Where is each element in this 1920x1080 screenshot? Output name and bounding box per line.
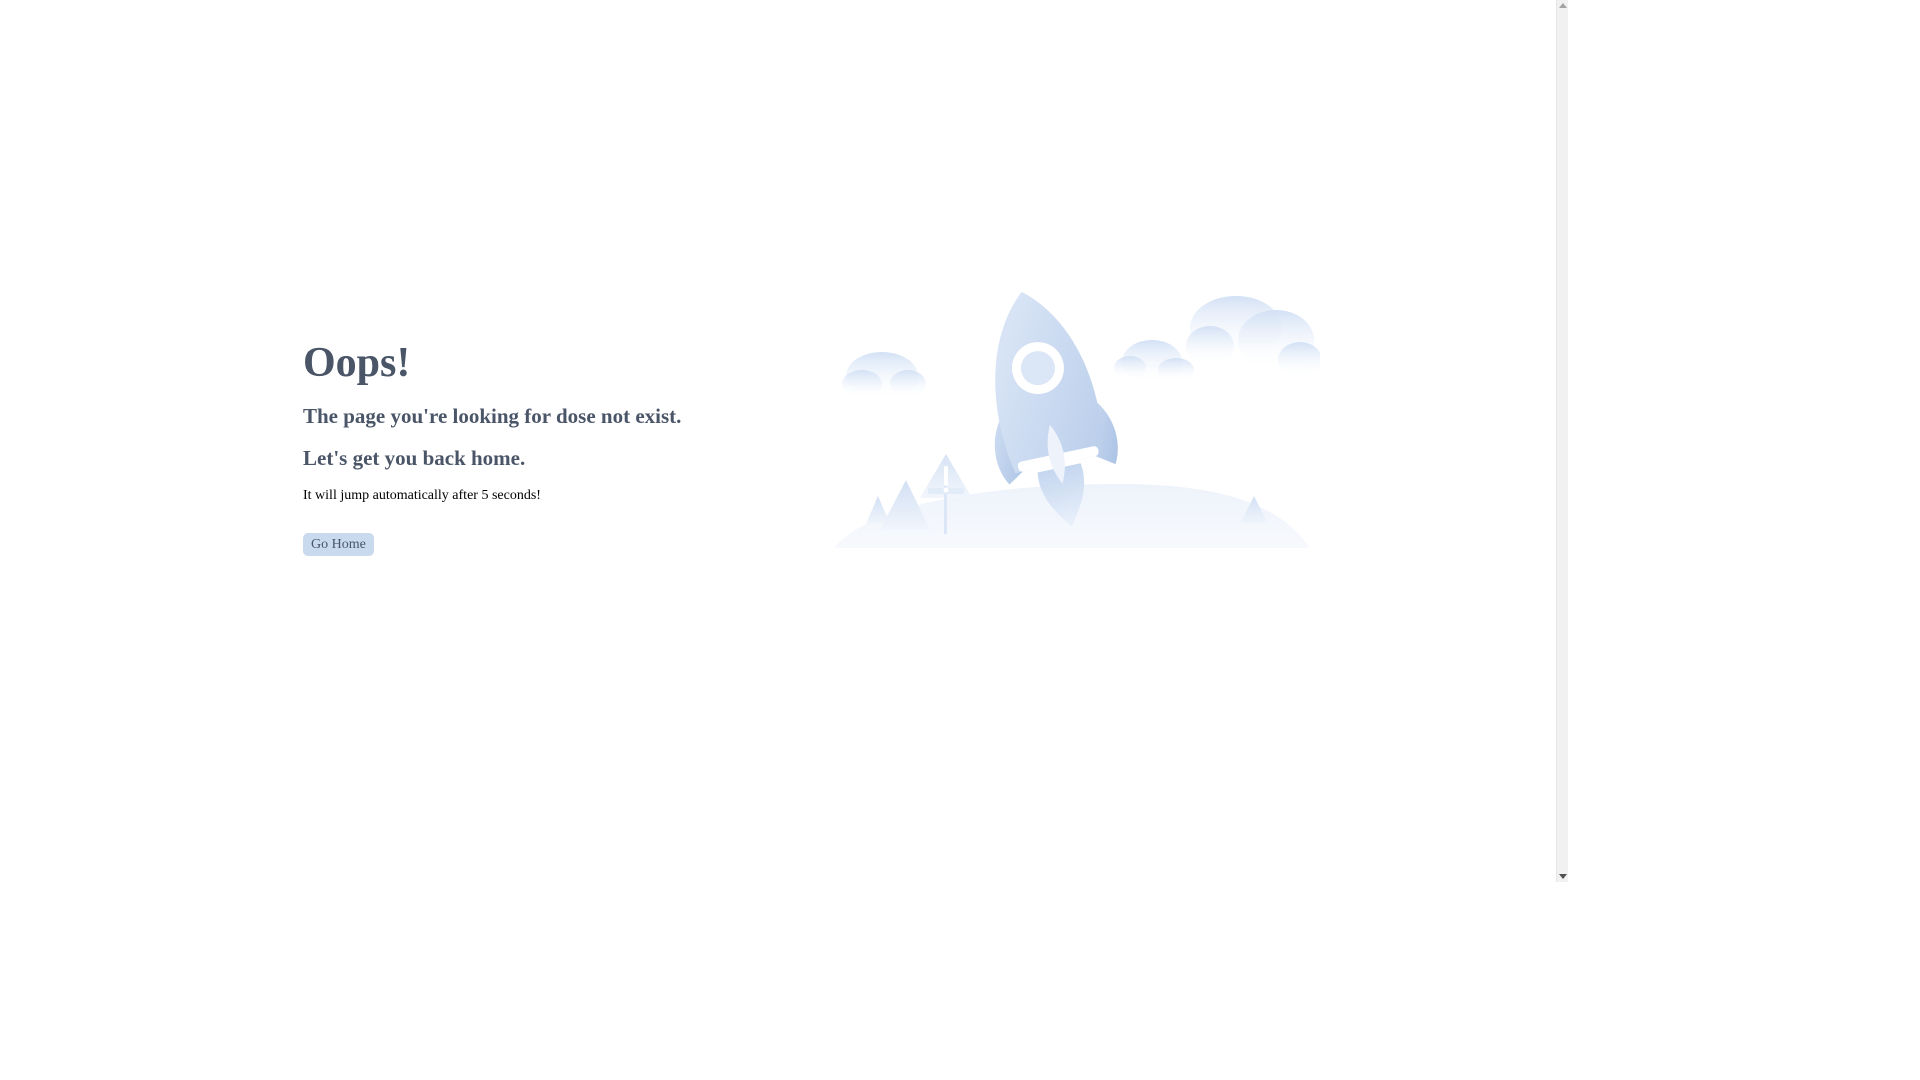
back-home-message: Let's get you back home. (303, 446, 526, 470)
redirect-countdown-text: It will jump automatically after 5 secon… (303, 488, 541, 503)
go-home-button[interactable]: Go Home (303, 533, 374, 556)
not-exist-message: The page you're looking for dose not exi… (303, 404, 682, 428)
left-cloud (842, 352, 926, 400)
page-not-found: Oops! The page you're looking for dose n… (0, 0, 1568, 882)
scroll-up-icon[interactable] (1559, 3, 1567, 8)
error-message-block: Oops! The page you're looking for dose n… (303, 336, 783, 556)
page-title: Oops! (303, 340, 411, 386)
vertical-scrollbar[interactable] (1556, 0, 1568, 882)
right-cloud (1186, 296, 1322, 378)
scroll-down-icon[interactable] (1559, 874, 1567, 879)
middle-cloud (1114, 340, 1194, 384)
rocket-illustration (830, 284, 1322, 550)
